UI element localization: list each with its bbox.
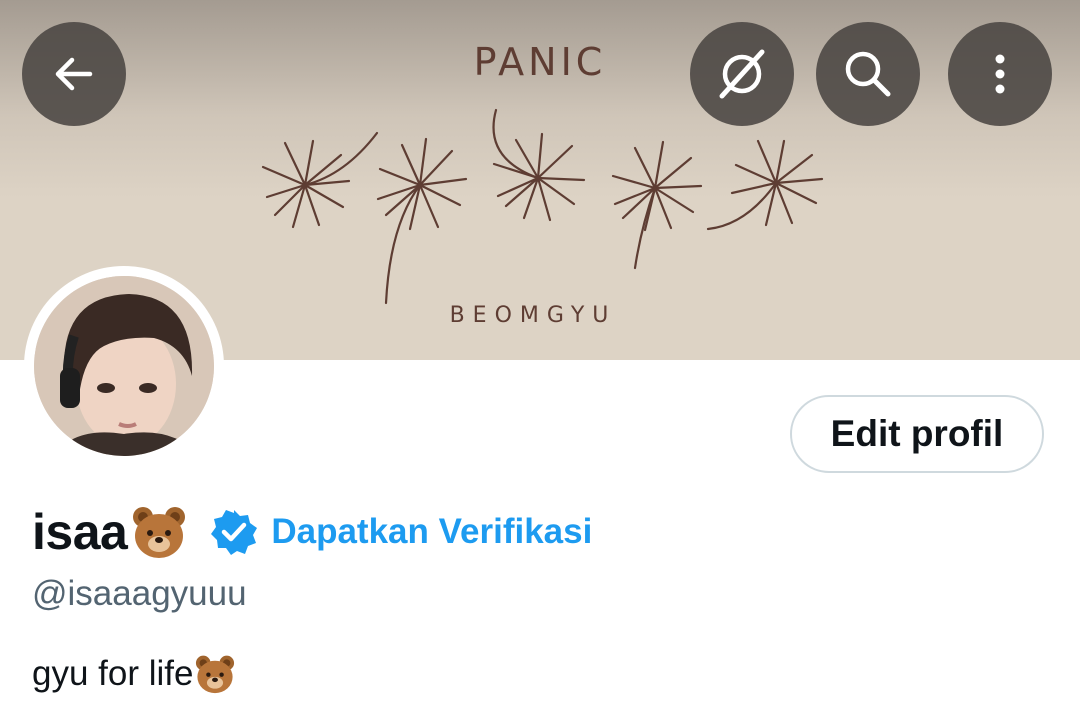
grok-button[interactable] (690, 22, 794, 126)
banner-bottom-text: BEOMGYU (450, 303, 617, 328)
avatar[interactable] (24, 266, 224, 466)
grok-icon (719, 49, 765, 99)
search-button[interactable] (816, 22, 920, 126)
bear-face-icon (133, 507, 186, 558)
dandelion-5 (706, 139, 824, 231)
dandelion-1 (261, 131, 379, 229)
banner-top-text: PANIC (474, 40, 607, 84)
dandelion-2 (376, 137, 468, 305)
back-button[interactable] (22, 22, 126, 126)
avatar-image (34, 276, 214, 456)
user-handle: @isaaagyuuu (32, 574, 247, 613)
more-options-button[interactable] (948, 22, 1052, 126)
dandelion-3 (492, 108, 586, 222)
profile-name-row: isaa Dapatkan Verifikasi (32, 500, 592, 564)
more-vertical-icon (995, 54, 1005, 94)
bear-face-icon (196, 655, 235, 694)
dandelion-4 (611, 140, 703, 270)
edit-profile-button[interactable]: Edit profil (790, 395, 1044, 473)
arrow-left-icon (55, 57, 93, 91)
get-verified-link[interactable]: Dapatkan Verifikasi (271, 512, 592, 552)
verified-badge-icon[interactable] (209, 507, 259, 557)
bio-text: gyu for life (32, 654, 194, 693)
search-icon (845, 51, 891, 97)
display-name: isaa (32, 504, 128, 560)
profile-bio: gyu for life (32, 652, 237, 696)
